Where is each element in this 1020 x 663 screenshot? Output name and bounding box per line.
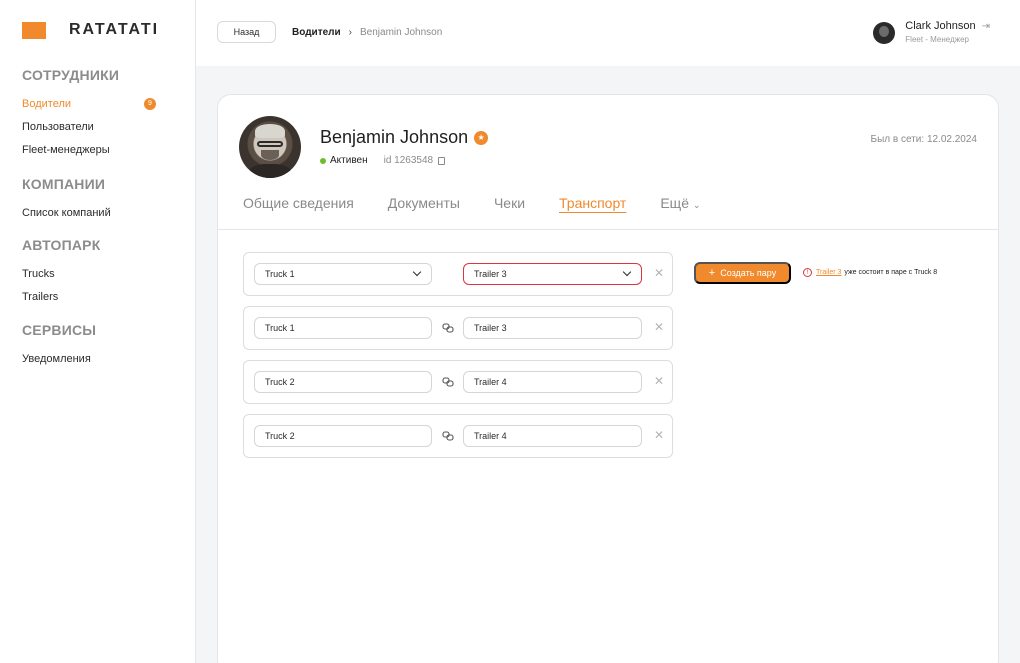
trailer-field[interactable]: Trailer 4 — [463, 425, 642, 447]
close-icon[interactable]: ✕ — [654, 428, 664, 442]
profile-tabs: Общие сведения Документы Чеки Транспорт … — [243, 195, 735, 211]
nav-heading: СОТРУДНИКИ — [22, 67, 120, 83]
chevron-down-icon — [412, 267, 422, 277]
sidebar-item-label: Список компаний — [22, 206, 111, 219]
trailer-value: Trailer 4 — [474, 377, 507, 387]
sidebar-item-trailers[interactable]: Trailers — [22, 285, 156, 308]
trailer-field[interactable]: Trailer 3 — [463, 317, 642, 339]
user-name-row: Clark Johnson ⇥ — [905, 20, 990, 32]
sidebar-item-label: Trailers — [22, 290, 59, 303]
driver-card: Benjamin Johnson ★ Активен id 1263548 Бы… — [217, 94, 999, 663]
close-icon[interactable]: ✕ — [654, 266, 664, 280]
chevron-down-icon: ⌄ — [693, 200, 701, 210]
nav-section-companies: КОМПАНИИ Список компаний — [22, 176, 156, 224]
sidebar-item-label: Водители — [22, 97, 72, 110]
nav-heading: СЕРВИСЫ — [22, 322, 97, 338]
nav-heading: КОМПАНИИ — [22, 176, 106, 192]
trailer-select-value: Trailer 3 — [474, 269, 507, 279]
driver-name: Benjamin Johnson — [320, 127, 469, 147]
nav-section-services: СЕРВИСЫ Уведомления — [22, 322, 156, 370]
pair-conflict-notice: ! Trailer 3 уже состоит в паре с Truck 8 — [803, 268, 937, 277]
pair-row-new: Truck 1 Trailer 3 ✕ — [243, 252, 673, 296]
logo-text: RATATATI — [69, 21, 160, 38]
create-pair-button[interactable]: + Создать пару — [694, 262, 791, 284]
tab-transport[interactable]: Транспорт — [559, 195, 626, 211]
sidebar-item-company-list[interactable]: Список компаний — [22, 201, 156, 224]
truck-value: Truck 2 — [265, 377, 295, 387]
copy-icon[interactable] — [438, 156, 446, 165]
tabs-divider — [218, 229, 998, 230]
sidebar-item-label: Fleet-менеджеры — [22, 143, 110, 156]
chevron-right-icon: › — [348, 27, 352, 38]
notice-text: уже состоит в паре с Truck 8 — [844, 269, 938, 276]
sidebar-item-fleet-managers[interactable]: Fleet-менеджеры — [22, 138, 156, 161]
sidebar-item-notifications[interactable]: Уведомления — [22, 347, 156, 370]
sidebar: RATATATI СОТРУДНИКИ Водители 9 Пользоват… — [0, 0, 196, 663]
nav-heading: АВТОПАРК — [22, 237, 101, 253]
driver-id: id 1263548 — [383, 155, 434, 166]
user-role: Fleet - Менеджер — [905, 35, 969, 44]
chevron-down-icon — [622, 267, 632, 277]
create-pair-label: Создать пару — [720, 268, 777, 278]
truck-value: Truck 2 — [265, 431, 295, 441]
star-icon: ★ — [474, 130, 489, 145]
status-dot-icon — [320, 157, 326, 164]
trailer-field[interactable]: Trailer 4 — [463, 371, 642, 393]
sidebar-item-label: Уведомления — [22, 352, 91, 365]
nav-section-fleet: АВТОПАРК Trucks Trailers — [22, 237, 156, 308]
sidebar-item-label: Trucks — [22, 267, 55, 280]
logo[interactable]: RATATATI — [22, 21, 157, 39]
logout-icon[interactable]: ⇥ — [982, 21, 990, 32]
warning-icon: ! — [803, 268, 812, 277]
link-icon — [442, 431, 454, 441]
driver-name-row: Benjamin Johnson ★ — [320, 127, 489, 148]
truck-select[interactable]: Truck 1 — [254, 263, 432, 285]
back-button[interactable]: Назад — [217, 21, 276, 43]
truck-select-value: Truck 1 — [265, 269, 295, 279]
tab-general-info[interactable]: Общие сведения — [243, 195, 354, 211]
tab-more[interactable]: Ещё ⌄ — [660, 195, 700, 211]
status-text: Активен — [330, 155, 368, 166]
close-icon[interactable]: ✕ — [654, 374, 664, 388]
user-name: Clark Johnson — [905, 20, 976, 32]
trailer-value: Trailer 4 — [474, 431, 507, 441]
topbar: Назад Водители › Benjamin Johnson Clark … — [196, 0, 1020, 66]
last-seen: Был в сети: 12.02.2024 — [870, 134, 977, 145]
close-icon[interactable]: ✕ — [654, 320, 664, 334]
truck-field[interactable]: Truck 2 — [254, 425, 432, 447]
tab-documents[interactable]: Документы — [388, 195, 460, 211]
driver-photo — [239, 116, 301, 178]
breadcrumb: Водители › Benjamin Johnson — [292, 27, 442, 38]
user-menu[interactable]: Clark Johnson ⇥ Fleet - Менеджер — [873, 20, 990, 44]
trailer-select[interactable]: Trailer 3 — [463, 263, 642, 285]
sidebar-item-drivers[interactable]: Водители 9 — [22, 92, 156, 115]
trailer-value: Trailer 3 — [474, 323, 507, 333]
logo-mark — [22, 22, 46, 39]
breadcrumb-drivers-link[interactable]: Водители — [292, 27, 341, 38]
pair-row: Truck 1 Trailer 3 ✕ — [243, 306, 673, 350]
truck-field[interactable]: Truck 1 — [254, 317, 432, 339]
user-info: Clark Johnson ⇥ Fleet - Менеджер — [905, 20, 990, 44]
link-icon — [442, 377, 454, 387]
notice-trailer-link[interactable]: Trailer 3 — [816, 269, 841, 276]
avatar — [873, 22, 896, 44]
truck-value: Truck 1 — [265, 323, 295, 333]
nav-section-employees: СОТРУДНИКИ Водители 9 Пользователи Fleet… — [22, 67, 156, 161]
sidebar-item-trucks[interactable]: Trucks — [22, 262, 156, 285]
link-icon — [442, 323, 454, 333]
tab-receipts[interactable]: Чеки — [494, 195, 525, 211]
sidebar-item-users[interactable]: Пользователи — [22, 115, 156, 138]
truck-field[interactable]: Truck 2 — [254, 371, 432, 393]
plus-icon: + — [708, 267, 716, 279]
driver-status-line: Активен id 1263548 — [320, 155, 446, 166]
drivers-count-badge: 9 — [144, 97, 156, 110]
breadcrumb-current: Benjamin Johnson — [360, 27, 443, 38]
pair-row: Truck 2 Trailer 4 ✕ — [243, 414, 673, 458]
sidebar-item-label: Пользователи — [22, 120, 94, 133]
pair-row: Truck 2 Trailer 4 ✕ — [243, 360, 673, 404]
tab-more-label: Ещё — [660, 195, 689, 211]
